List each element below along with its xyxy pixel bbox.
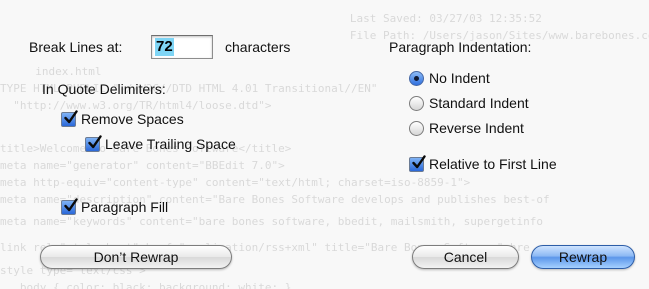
paragraph-indentation-heading: Paragraph Indentation: xyxy=(389,39,532,55)
break-lines-input[interactable]: 72 xyxy=(151,35,213,59)
reverse-indent-label: Reverse Indent xyxy=(429,120,524,136)
dont-rewrap-button[interactable]: Don’t Rewrap xyxy=(40,245,232,269)
checkmark-icon xyxy=(409,154,426,172)
leave-trailing-space-checkbox[interactable]: Leave Trailing Space xyxy=(85,134,236,153)
break-lines-value: 72 xyxy=(155,38,174,56)
checkmark-icon xyxy=(61,109,78,127)
quote-delimiters-heading: In Quote Delimiters: xyxy=(42,81,166,97)
cancel-button[interactable]: Cancel xyxy=(412,245,519,269)
radio-no-indent[interactable]: No Indent xyxy=(409,69,490,87)
backdrop-line: body { color: black; background: white; … xyxy=(0,281,292,289)
standard-indent-label: Standard Indent xyxy=(429,95,529,111)
backdrop-line: index.html xyxy=(22,65,102,78)
radio-empty-icon xyxy=(409,95,424,111)
characters-label: characters xyxy=(225,39,291,55)
relative-first-line-checkbox[interactable]: Relative to First Line xyxy=(409,154,557,173)
remove-spaces-label: Remove Spaces xyxy=(81,111,184,127)
checkmark-icon xyxy=(61,197,78,215)
rewrap-button[interactable]: Rewrap xyxy=(531,245,635,269)
leave-trailing-space-label: Leave Trailing Space xyxy=(105,136,236,152)
backdrop-line: meta http-equiv="content-type" content="… xyxy=(0,176,471,189)
break-lines-label: Break Lines at: xyxy=(29,39,123,55)
paragraph-fill-checkbox[interactable]: Paragraph Fill xyxy=(61,197,169,216)
no-indent-label: No Indent xyxy=(429,70,490,86)
backdrop-line: Last Saved: 03/27/03 12:35:52 xyxy=(330,12,542,25)
paragraph-fill-label: Paragraph Fill xyxy=(81,199,169,215)
radio-reverse-indent[interactable]: Reverse Indent xyxy=(409,119,524,137)
radio-standard-indent[interactable]: Standard Indent xyxy=(409,94,529,112)
backdrop-line: meta name="generator" content="BBEdit 7.… xyxy=(0,159,285,172)
radio-selected-icon xyxy=(409,70,424,86)
remove-spaces-checkbox[interactable]: Remove Spaces xyxy=(61,109,184,128)
checkmark-icon xyxy=(85,134,102,152)
radio-empty-icon xyxy=(409,120,424,136)
relative-first-line-label: Relative to First Line xyxy=(429,156,557,172)
rewrap-dialog: Last Saved: 03/27/03 12:35:52 File Path:… xyxy=(0,0,649,289)
